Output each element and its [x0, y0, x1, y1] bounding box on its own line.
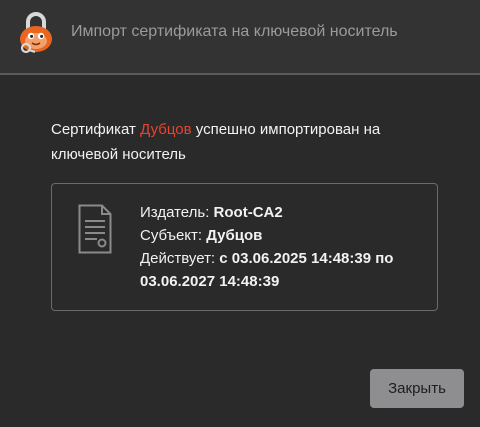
- issuer-value: Root-CA2: [213, 204, 283, 221]
- message-subject-name: Дубцов: [140, 121, 192, 138]
- import-dialog: Импорт сертификата на ключевой носитель …: [0, 0, 480, 427]
- message-prefix: Сертификат: [51, 121, 141, 138]
- certificate-info-box: Издатель: Root-CA2 Субъект: Дубцов Дейст…: [51, 183, 438, 311]
- padlock-mascot-icon: [20, 12, 52, 54]
- subject-value: Дубцов: [206, 227, 263, 244]
- title-bar: Импорт сертификата на ключевой носитель: [0, 0, 480, 73]
- window-title: Импорт сертификата на ключевой носитель: [71, 23, 398, 40]
- issuer-line: Издатель: Root-CA2: [140, 201, 430, 224]
- validity-label: Действует:: [140, 250, 220, 267]
- success-message: Сертификат Дубцов успешно импортирован н…: [51, 117, 431, 167]
- issuer-label: Издатель:: [140, 204, 214, 221]
- subject-label: Субъект:: [140, 227, 207, 244]
- validity-line: Действует: с 03.06.2025 14:48:39 по 03.0…: [140, 247, 430, 293]
- subject-line: Субъект: Дубцов: [140, 224, 430, 247]
- certificate-details: Издатель: Root-CA2 Субъект: Дубцов Дейст…: [140, 201, 430, 293]
- close-button[interactable]: Закрыть: [370, 369, 464, 408]
- title-divider: [0, 73, 480, 75]
- certificate-document-icon: [78, 204, 112, 254]
